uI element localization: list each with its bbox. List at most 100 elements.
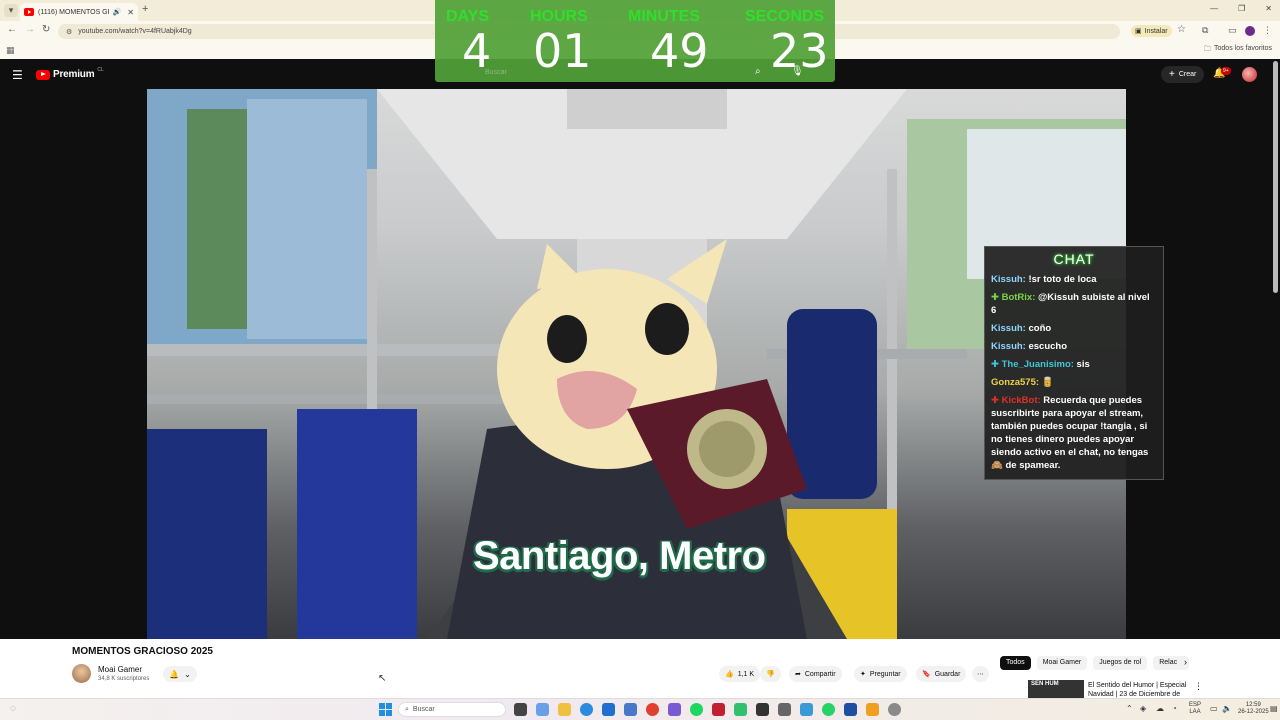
more-actions-button[interactable]: ⋯	[972, 666, 989, 682]
app-icon-gray[interactable]	[778, 703, 791, 716]
store-icon[interactable]	[602, 703, 615, 716]
youtube-logo[interactable]: Premium CL	[36, 66, 104, 80]
file-explorer-icon[interactable]	[558, 703, 571, 716]
subscribed-button[interactable]: 🔔 ⌄	[163, 666, 197, 682]
page-scrollbar[interactable]	[1273, 61, 1278, 293]
save-label: Guardar	[934, 670, 961, 678]
countdown-hours-value: 01	[533, 24, 592, 78]
ask-button[interactable]: ✦ Preguntar	[854, 666, 907, 682]
all-bookmarks-folder[interactable]: 🗀 Todos los favoritos	[1204, 45, 1272, 56]
whatsapp-icon[interactable]	[822, 703, 835, 716]
create-label: Crear	[1178, 71, 1197, 78]
volume-icon[interactable]: 🔈	[1222, 704, 1232, 713]
clock-time: 12:59	[1245, 702, 1261, 708]
taskbar-search[interactable]: ⌕ Buscar	[398, 702, 506, 717]
hamburger-menu-icon[interactable]: ☰	[12, 68, 23, 82]
minimize-icon[interactable]: —	[1210, 4, 1218, 13]
chevron-right-icon[interactable]: ›	[1184, 657, 1187, 667]
menu-icon[interactable]: ⋮	[1263, 25, 1272, 36]
cloud-icon[interactable]: ☁	[1156, 704, 1164, 713]
chat-message: Kissuh: !sr toto de loca	[991, 273, 1157, 286]
spotify-icon[interactable]	[690, 703, 703, 716]
speaker-icon[interactable]: 🔊	[113, 8, 122, 16]
search-icon[interactable]: ⌕	[755, 66, 761, 77]
app-icon-purple[interactable]	[668, 703, 681, 716]
account-avatar[interactable]	[1242, 67, 1257, 82]
dislike-button[interactable]: 👎	[760, 666, 781, 682]
chat-message: Kissuh: coño	[991, 322, 1157, 335]
cast-icon[interactable]: ▭	[1228, 25, 1237, 36]
app-icon-green[interactable]	[734, 703, 747, 716]
install-button[interactable]: ▣ Instalar	[1131, 25, 1172, 37]
thumbs-up-icon: 👍	[725, 671, 734, 678]
country-code: CL	[97, 66, 104, 73]
chrome-icon[interactable]	[646, 703, 659, 716]
network-icon[interactable]: ◔	[1172, 704, 1177, 713]
thumbs-down-icon: 👎	[766, 671, 775, 678]
channel-name[interactable]: Moai Gamer	[98, 665, 142, 674]
settings-icon[interactable]	[888, 703, 901, 716]
search-input[interactable]: Buscar	[485, 69, 507, 76]
edge-icon[interactable]	[580, 703, 593, 716]
notification-badge: 9+	[1221, 67, 1231, 75]
apps-grid-icon[interactable]: ▦	[6, 45, 15, 56]
url-text: youtube.com/watch?v=4fRUabjk4Dg	[78, 28, 192, 35]
language-indicator[interactable]: ESP LAA	[1189, 702, 1201, 716]
recommendation-title[interactable]: El Sentido del Humor | Especial Navidad …	[1088, 681, 1188, 699]
terminal-icon[interactable]	[756, 703, 769, 716]
save-button[interactable]: 🔖 Guardar	[916, 666, 967, 682]
clock[interactable]: 12:59 26-12-2025	[1238, 702, 1269, 716]
tray-app-icon[interactable]: ◈	[1140, 704, 1146, 713]
new-tab-button[interactable]: +	[142, 3, 148, 15]
chip-rpg[interactable]: Juegos de rol	[1093, 656, 1148, 670]
chat-username: ✚ The_Juanisimo:	[991, 359, 1074, 370]
maximize-icon[interactable]: ❐	[1238, 4, 1245, 13]
close-icon[interactable]: ✕	[127, 8, 134, 17]
start-button[interactable]	[379, 703, 392, 716]
subscriber-count: 34,8 K suscriptores	[98, 676, 150, 682]
tray-chevron-icon[interactable]: ⌃	[1126, 704, 1133, 713]
tab-search-icon[interactable]: ▾	[4, 4, 18, 17]
chat-text: !sr toto de loca	[1025, 274, 1097, 285]
chip-channel[interactable]: Moai Gamer	[1036, 656, 1088, 670]
like-button[interactable]: 👍 1,1 K	[719, 666, 761, 682]
create-button[interactable]: + Crear	[1161, 66, 1205, 83]
share-label: Compartir	[804, 670, 836, 678]
copilot-icon[interactable]	[536, 703, 549, 716]
widgets-icon[interactable]: ◌	[10, 703, 16, 714]
bell-icon: 🔔	[169, 669, 180, 679]
browser-tab[interactable]: (1116) MOMENTOS GRACIOS 🔊 ✕	[20, 3, 138, 21]
window-close-icon[interactable]: ✕	[1265, 4, 1272, 13]
bookmark-star-icon[interactable]: ☆	[1177, 24, 1186, 35]
channel-avatar[interactable]	[72, 664, 91, 683]
chat-username: ✚ KickBot:	[991, 395, 1041, 406]
monitor-icon[interactable]: ▭	[1210, 704, 1218, 713]
chat-message: ✚ The_Juanisimo: sis	[991, 358, 1157, 371]
chat-message: ✚ KickBot: Recuerda que puedes suscribir…	[991, 394, 1157, 472]
search-icon: ⌕	[405, 705, 409, 713]
recommendation-thumbnail[interactable]: SEN HUM	[1028, 680, 1084, 698]
more-icon: ⋯	[977, 671, 984, 678]
site-info-icon[interactable]: ⚙	[66, 28, 72, 36]
mail-icon[interactable]	[624, 703, 637, 716]
profile-avatar[interactable]	[1245, 26, 1255, 36]
chat-username: Kissuh:	[991, 341, 1026, 352]
task-view-icon[interactable]	[514, 703, 527, 716]
app-icon-red[interactable]	[712, 703, 725, 716]
recommendation-more-icon[interactable]: ⋮	[1194, 681, 1203, 692]
app-icon-blue[interactable]	[800, 703, 813, 716]
countdown-minutes-value: 49	[650, 24, 709, 78]
back-icon[interactable]: ←	[7, 24, 17, 35]
photoshop-icon[interactable]	[844, 703, 857, 716]
extensions-icon[interactable]: ⧉	[1202, 25, 1208, 36]
chat-text: 🥫	[1039, 377, 1054, 388]
plus-icon: +	[1169, 69, 1175, 80]
forward-icon[interactable]: →	[25, 24, 35, 35]
notification-center-icon[interactable]: ▤	[1270, 704, 1278, 713]
app-icon-orange[interactable]	[866, 703, 879, 716]
reload-icon[interactable]: ↻	[42, 24, 50, 35]
chip-all[interactable]: Todos	[1000, 656, 1031, 670]
share-button[interactable]: ➦ Compartir	[789, 666, 842, 682]
chevron-down-icon: ⌄	[184, 669, 191, 679]
microphone-icon[interactable]: 🎙	[791, 66, 804, 77]
